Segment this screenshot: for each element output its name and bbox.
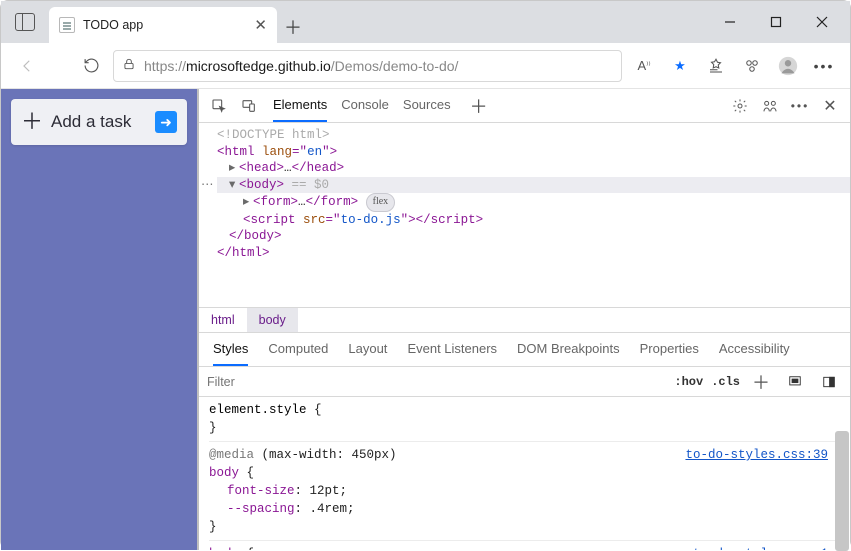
tab-console[interactable]: Console bbox=[341, 89, 389, 122]
source-link[interactable]: to-do-styles.css:39 bbox=[685, 446, 828, 464]
activity-icon[interactable] bbox=[756, 92, 784, 120]
dom-node[interactable]: </body> bbox=[217, 228, 850, 245]
computed-styles-icon[interactable] bbox=[782, 369, 808, 395]
crumb-html[interactable]: html bbox=[199, 308, 247, 332]
browser-tab[interactable]: TODO app ✕ bbox=[49, 7, 277, 43]
page-viewport: ＋ Add a task ➜ bbox=[1, 89, 197, 550]
crumb-body[interactable]: body bbox=[247, 308, 298, 332]
add-task-card[interactable]: ＋ Add a task ➜ bbox=[11, 99, 187, 145]
settings-icon[interactable] bbox=[726, 92, 754, 120]
dom-node[interactable]: </html> bbox=[217, 245, 850, 262]
style-rule[interactable]: element.style { } bbox=[209, 401, 840, 442]
plus-icon: ＋ bbox=[21, 111, 43, 133]
devtools-panel: Elements Console Sources ＋ ••• ✕ <!DOCTY… bbox=[197, 89, 850, 550]
add-tab-icon[interactable]: ＋ bbox=[465, 92, 493, 120]
subtab-properties[interactable]: Properties bbox=[640, 333, 699, 366]
window-titlebar: TODO app ✕ ＋ bbox=[1, 1, 850, 43]
dom-node[interactable]: ▸<form>…</form> flex bbox=[217, 193, 850, 212]
subtab-styles[interactable]: Styles bbox=[213, 333, 248, 366]
submit-task-button[interactable]: ➜ bbox=[155, 111, 177, 133]
styles-filter-input[interactable] bbox=[207, 375, 507, 389]
subtab-computed[interactable]: Computed bbox=[268, 333, 328, 366]
minimize-button[interactable] bbox=[708, 7, 752, 37]
read-aloud-icon[interactable]: A⁾⁾ bbox=[626, 48, 662, 84]
content-area: ＋ Add a task ➜ Elements Console Sources … bbox=[1, 89, 850, 550]
style-rule[interactable]: to-do-styles.css:39 @media (max-width: 4… bbox=[209, 446, 840, 541]
dom-node[interactable]: <!DOCTYPE html> bbox=[217, 127, 850, 144]
scrollbar-thumb[interactable] bbox=[835, 431, 849, 551]
forward-button[interactable] bbox=[49, 48, 69, 84]
profile-icon[interactable] bbox=[770, 48, 806, 84]
maximize-button[interactable] bbox=[754, 7, 798, 37]
style-rule[interactable]: to-do-styles.css:1 body { margin: ▸ calc… bbox=[209, 545, 840, 550]
styles-tabbar: Styles Computed Layout Event Listeners D… bbox=[199, 333, 850, 367]
device-emulation-icon[interactable] bbox=[235, 92, 263, 120]
close-devtools-icon[interactable]: ✕ bbox=[816, 92, 844, 120]
refresh-button[interactable] bbox=[73, 48, 109, 84]
page-icon bbox=[59, 17, 75, 33]
subtab-layout[interactable]: Layout bbox=[348, 333, 387, 366]
dom-breadcrumbs: html body bbox=[199, 307, 850, 333]
new-style-rule-icon[interactable]: ＋ bbox=[748, 369, 774, 395]
dom-node[interactable]: <script src="to-do.js"></script> bbox=[217, 212, 850, 229]
tab-sources[interactable]: Sources bbox=[403, 89, 451, 122]
more-menu-icon[interactable]: ••• bbox=[806, 48, 842, 84]
source-link[interactable]: to-do-styles.css:1 bbox=[693, 545, 828, 550]
close-tab-icon[interactable]: ✕ bbox=[254, 16, 267, 34]
url-field[interactable]: https://microsoftedge.github.io/Demos/de… bbox=[113, 50, 622, 82]
url-text: https://microsoftedge.github.io/Demos/de… bbox=[144, 58, 458, 74]
hov-toggle[interactable]: :hov bbox=[674, 375, 703, 389]
cls-toggle[interactable]: .cls bbox=[711, 375, 740, 389]
favorites-bar-icon[interactable] bbox=[698, 48, 734, 84]
styles-rules[interactable]: element.style { } to-do-styles.css:39 @m… bbox=[199, 397, 850, 550]
address-bar: https://microsoftedge.github.io/Demos/de… bbox=[1, 43, 850, 89]
toggle-sidebar-icon[interactable] bbox=[816, 369, 842, 395]
dom-node-selected[interactable]: ▾<body> == $0 bbox=[217, 177, 850, 194]
window-controls bbox=[708, 7, 844, 37]
devtools-more-icon[interactable]: ••• bbox=[786, 92, 814, 120]
tab-title: TODO app bbox=[83, 18, 246, 32]
tab-strip: TODO app ✕ ＋ bbox=[49, 7, 309, 43]
tab-actions-icon[interactable] bbox=[15, 13, 35, 31]
dom-tree[interactable]: <!DOCTYPE html> <html lang="en"> ▸<head>… bbox=[199, 123, 850, 269]
close-window-button[interactable] bbox=[800, 7, 844, 37]
devtools-toolbar: Elements Console Sources ＋ ••• ✕ bbox=[199, 89, 850, 123]
inspect-element-icon[interactable] bbox=[205, 92, 233, 120]
tab-elements[interactable]: Elements bbox=[273, 89, 327, 122]
collections-icon[interactable] bbox=[734, 48, 770, 84]
dom-node[interactable]: <html lang="en"> bbox=[217, 144, 850, 161]
subtab-event-listeners[interactable]: Event Listeners bbox=[407, 333, 497, 366]
lock-icon[interactable] bbox=[122, 57, 136, 74]
add-task-label: Add a task bbox=[51, 112, 131, 132]
subtab-accessibility[interactable]: Accessibility bbox=[719, 333, 790, 366]
favorite-icon[interactable]: ★ bbox=[662, 48, 698, 84]
styles-filter-row: :hov .cls ＋ bbox=[199, 367, 850, 397]
new-tab-button[interactable]: ＋ bbox=[277, 11, 309, 43]
subtab-dom-breakpoints[interactable]: DOM Breakpoints bbox=[517, 333, 620, 366]
back-button[interactable] bbox=[9, 48, 45, 84]
dom-node[interactable]: ▸<head>…</head> bbox=[217, 160, 850, 177]
